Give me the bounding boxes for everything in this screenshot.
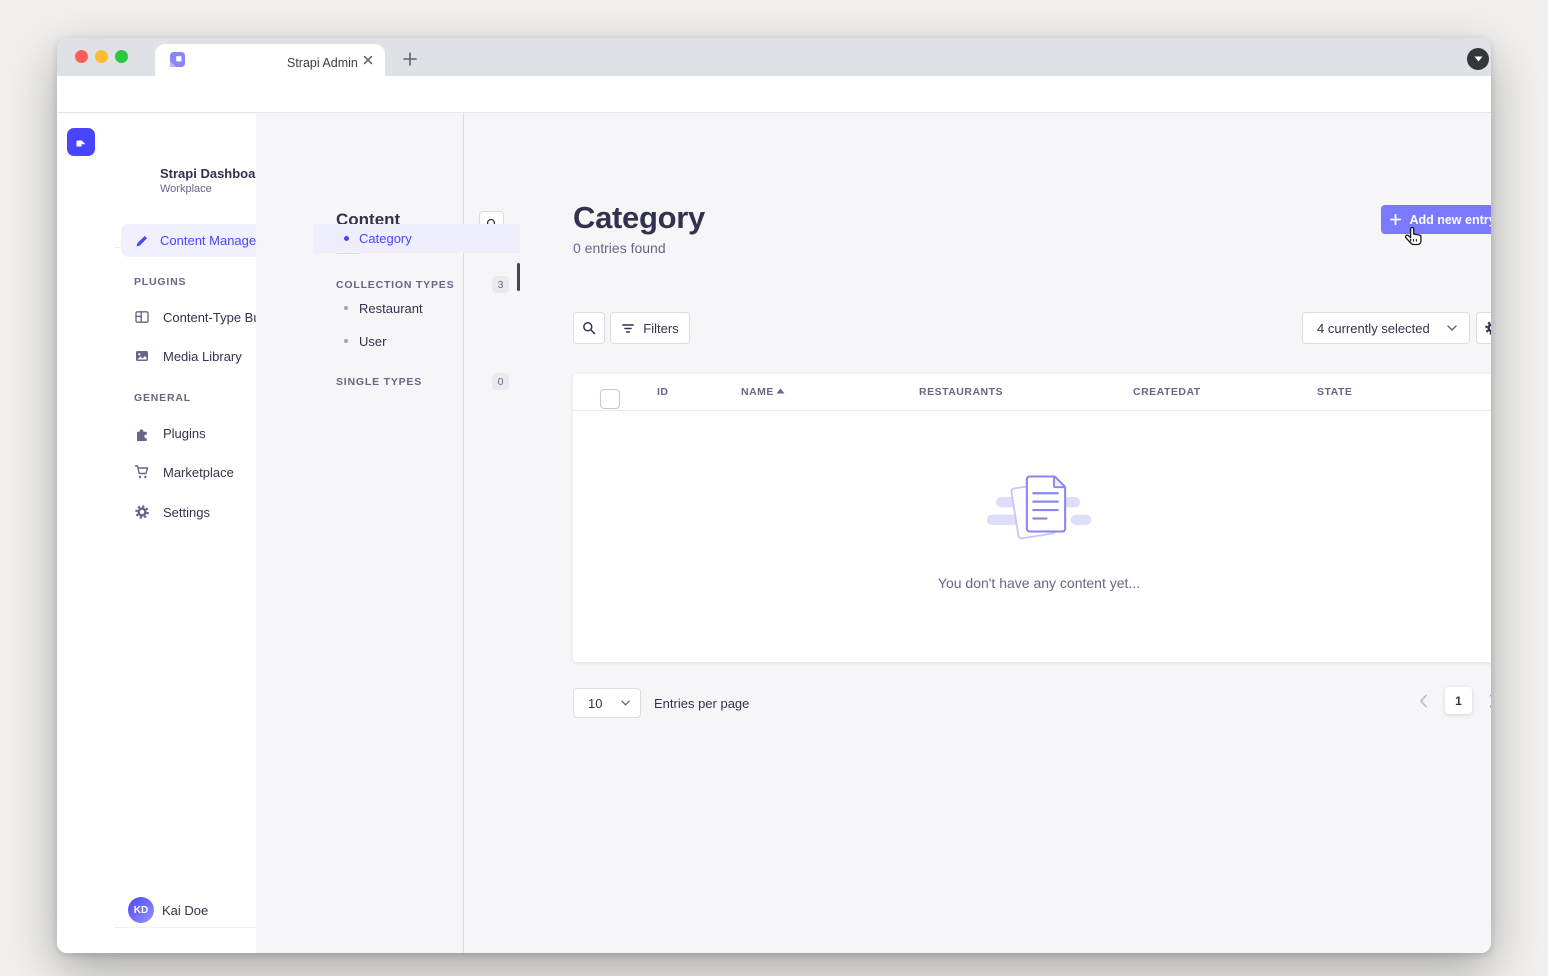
puzzle-icon [134, 425, 150, 442]
table-header-divider [573, 410, 1491, 411]
workspace-name: Strapi Dashboard [160, 166, 268, 181]
browser-tab[interactable]: Strapi Admin [155, 44, 385, 76]
workspace-subtitle: Workplace [160, 183, 212, 195]
next-page-button[interactable] [1489, 694, 1491, 708]
empty-content-illustration [983, 467, 1095, 555]
sidebar-item-label: Plugins [163, 426, 206, 441]
edit-pencil-icon [134, 233, 150, 249]
sidebar-item-plugins[interactable]: Plugins [134, 424, 206, 442]
browser-toolbar: localhost:1337/admin/content-manager/col… [57, 76, 1491, 113]
single-types-count-badge: 0 [492, 373, 509, 390]
nav-section-general: GENERAL [134, 392, 191, 404]
browser-extension-indicator-icon[interactable] [1467, 48, 1489, 70]
entries-per-page-label: Entries per page [654, 696, 749, 711]
bullet-icon [344, 339, 348, 343]
add-new-entry-button[interactable]: Add new entry [1381, 205, 1491, 234]
filters-label: Filters [643, 321, 678, 336]
bullet-icon [344, 236, 349, 241]
previous-page-button[interactable] [1419, 694, 1428, 708]
column-header-restaurants[interactable]: RESTAURANTS [919, 386, 1003, 398]
subnav-item-restaurant[interactable]: Restaurant [313, 294, 520, 323]
user-name: Kai Doe [162, 903, 208, 918]
sidebar-item-label: Settings [163, 505, 210, 520]
page-title: Category [573, 200, 705, 236]
nav-section-plugins: PLUGINS [134, 276, 186, 288]
window-close-button[interactable] [75, 50, 88, 63]
chevron-down-icon [1447, 325, 1457, 331]
strapi-logo-icon [67, 128, 95, 156]
column-header-id[interactable]: ID [657, 386, 669, 398]
select-all-checkbox[interactable] [600, 389, 620, 409]
sidebar-item-label: Content Manager [160, 233, 260, 248]
displayed-fields-select[interactable]: 4 currently selected [1302, 312, 1470, 344]
fields-select-value: 4 currently selected [1317, 321, 1430, 336]
user-avatar[interactable]: KD [128, 897, 154, 923]
window-zoom-button[interactable] [115, 50, 128, 63]
chevron-down-icon [621, 700, 630, 706]
tab-close-icon[interactable] [361, 53, 375, 67]
subnav-item-label: User [359, 334, 386, 349]
column-header-name[interactable]: NAME [741, 386, 774, 398]
sidebar-item-label: Marketplace [163, 465, 234, 480]
column-header-createdat[interactable]: CREATEDAT [1133, 386, 1201, 398]
entries-table: ID NAME RESTAURANTS CREATEDAT STATE [573, 374, 1491, 662]
window-minimize-button[interactable] [95, 50, 108, 63]
layout-grid-icon [134, 309, 150, 325]
sidebar-item-marketplace[interactable]: Marketplace [134, 463, 234, 481]
column-header-state[interactable]: STATE [1317, 386, 1352, 398]
table-settings-button[interactable] [1476, 312, 1491, 344]
subnav-item-label: Restaurant [359, 301, 423, 316]
sidebar-item-settings[interactable]: Settings [134, 503, 210, 521]
table-search-button[interactable] [573, 312, 605, 344]
tab-title: Strapi Admin [287, 56, 358, 70]
sidebar-item-label: Media Library [163, 349, 242, 364]
new-tab-button[interactable] [403, 52, 417, 66]
bullet-icon [344, 306, 348, 310]
sort-ascending-icon[interactable] [776, 388, 785, 394]
collection-types-count-badge: 3 [492, 276, 509, 293]
empty-content-message: You don't have any content yet... [573, 575, 1491, 591]
strapi-favicon-icon [169, 51, 186, 68]
gear-icon [134, 504, 150, 520]
filter-icon [621, 322, 635, 335]
filters-button[interactable]: Filters [610, 312, 690, 344]
page-size-select[interactable]: 10 [573, 688, 641, 718]
subnav-item-label: Category [359, 231, 412, 246]
subnav-item-category[interactable]: Category [313, 224, 520, 253]
sidebar-item-media-library[interactable]: Media Library [134, 347, 242, 365]
single-types-label: SINGLE TYPES [336, 376, 422, 388]
entries-count: 0 entries found [573, 240, 666, 256]
image-icon [134, 348, 150, 364]
mouse-cursor-icon [1402, 226, 1424, 250]
page-size-value: 10 [588, 696, 602, 711]
plus-icon [1390, 214, 1401, 225]
cart-icon [134, 464, 150, 480]
browser-window: Strapi Admin [57, 38, 1491, 953]
subnav-scrollbar-thumb[interactable] [517, 263, 520, 291]
collection-types-label: COLLECTION TYPES [336, 279, 454, 291]
browser-tab-bar: Strapi Admin [57, 38, 1491, 76]
page-number-button[interactable]: 1 [1445, 687, 1472, 714]
subnav-item-user[interactable]: User [313, 327, 520, 356]
add-new-entry-label: Add new entry [1409, 213, 1491, 227]
